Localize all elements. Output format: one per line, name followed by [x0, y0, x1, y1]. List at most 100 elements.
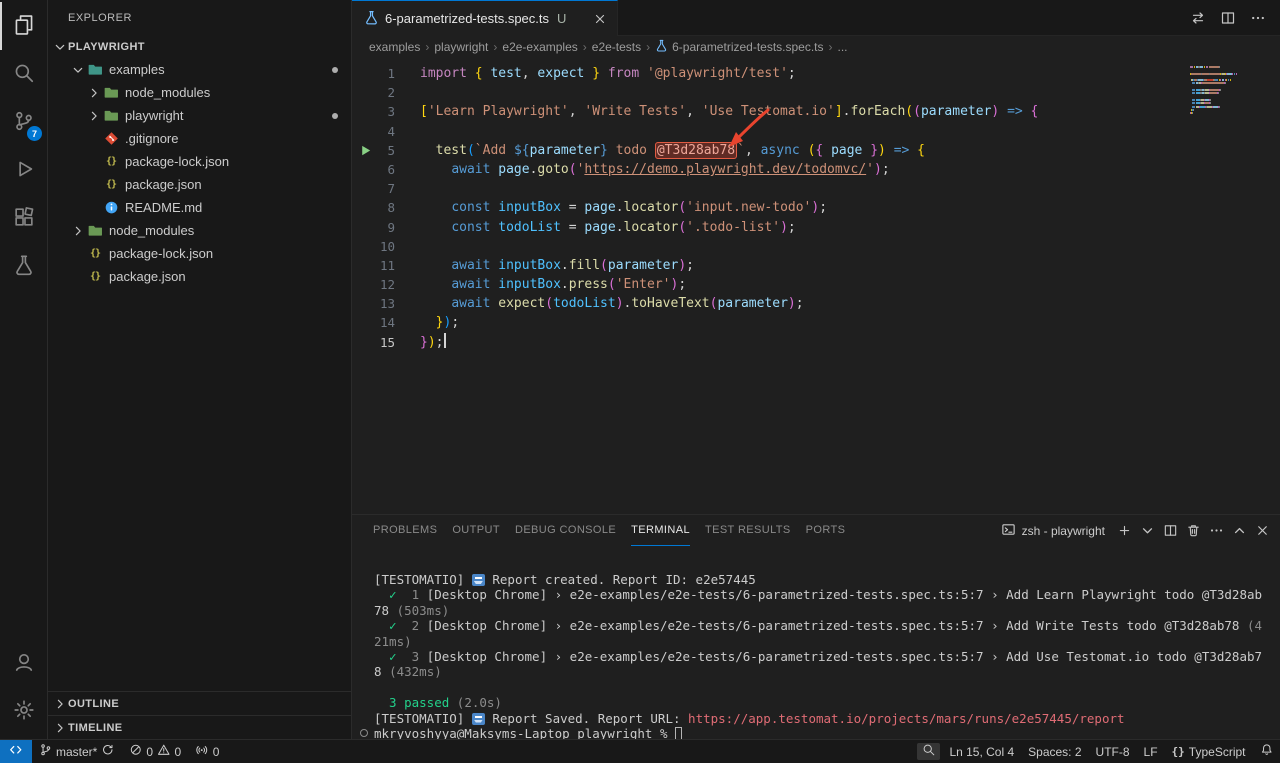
terminal-output[interactable]: [TESTOMATIO] Report created. Report ID: …	[352, 546, 1280, 739]
code-line-2[interactable]: 2	[352, 83, 1280, 102]
breadcrumb-item[interactable]: examples	[369, 40, 420, 54]
compare-changes-icon[interactable]	[1186, 6, 1210, 30]
maximize-panel-icon[interactable]	[1228, 519, 1251, 542]
panel-tab-problems[interactable]: PROBLEMS	[373, 515, 437, 546]
code-line-6[interactable]: 6 await page.goto('https://demo.playwrig…	[352, 160, 1280, 179]
tree-item-package.json[interactable]: {}package.json	[48, 173, 351, 196]
tab-spec-file[interactable]: 6-parametrized-tests.spec.ts U	[352, 0, 618, 36]
breadcrumb-item[interactable]: e2e-tests	[592, 40, 641, 54]
more-actions-icon[interactable]	[1205, 519, 1228, 542]
line-number: 11	[352, 256, 420, 275]
cursor-position-status[interactable]: Ln 15, Col 4	[942, 740, 1021, 763]
terminal-line: 3 passed (2.0s)	[374, 695, 1280, 710]
code-line-14[interactable]: 14 });	[352, 313, 1280, 332]
magnifier-icon	[922, 743, 936, 760]
code-line-12[interactable]: 12 await inputBox.press('Enter');	[352, 275, 1280, 294]
chevron-right-icon	[86, 86, 102, 100]
remote-indicator[interactable]	[0, 740, 32, 763]
terminal-link[interactable]: https://app.testomat.io/projects/mars/ru…	[688, 711, 1125, 726]
language-mode-status[interactable]: {} TypeScript	[1165, 740, 1253, 763]
tree-item-label: package-lock.json	[109, 246, 213, 261]
folder-icon	[86, 223, 104, 238]
settings-icon	[13, 699, 35, 724]
activity-item-settings[interactable]	[0, 687, 47, 735]
modified-dot	[332, 67, 338, 73]
new-terminal-icon[interactable]	[1113, 519, 1136, 542]
activity-item-account[interactable]	[0, 639, 47, 687]
activity-item-run-debug[interactable]	[0, 146, 47, 194]
ports-status[interactable]: 0	[188, 740, 226, 763]
problems-status[interactable]: 0 0	[122, 740, 188, 763]
panel-tab-test-results[interactable]: TEST RESULTS	[705, 515, 791, 546]
split-editor-icon[interactable]	[1216, 6, 1240, 30]
code-line-10[interactable]: 10	[352, 237, 1280, 256]
terminal-dropdown-icon[interactable]	[1136, 519, 1159, 542]
terminal-line: ✓ 3 [Desktop Chrome] › e2e-examples/e2e-…	[374, 649, 1280, 664]
section-outline[interactable]: OUTLINE	[48, 691, 351, 715]
indentation-status[interactable]: Spaces: 2	[1021, 740, 1088, 763]
code-line-3[interactable]: 3['Learn Playwright', 'Write Tests', 'Us…	[352, 102, 1280, 121]
tree-item-label: README.md	[125, 200, 202, 215]
modified-dot	[332, 113, 338, 119]
code-line-9[interactable]: 9 const todoList = page.locator('.todo-l…	[352, 218, 1280, 237]
code-line-15[interactable]: 15});	[352, 333, 1280, 352]
breadcrumb-separator: ›	[493, 40, 497, 54]
tree-item-package-lock.json[interactable]: {}package-lock.json	[48, 150, 351, 173]
eol-status[interactable]: LF	[1137, 740, 1165, 763]
split-terminal-icon[interactable]	[1159, 519, 1182, 542]
code-line-1[interactable]: 1import { test, expect } from '@playwrig…	[352, 64, 1280, 83]
search-icon	[13, 62, 35, 87]
activity-item-explorer[interactable]	[0, 2, 47, 50]
minimap[interactable]	[1190, 66, 1262, 115]
panel-tab-ports[interactable]: PORTS	[806, 515, 846, 546]
breadcrumb-item[interactable]: e2e-examples	[502, 40, 577, 54]
panel-tab-terminal[interactable]: TERMINAL	[631, 515, 690, 546]
code-line-8[interactable]: 8 const inputBox = page.locator('input.n…	[352, 198, 1280, 217]
more-actions-icon[interactable]	[1246, 6, 1270, 30]
panel-tab-debug-console[interactable]: DEBUG CONSOLE	[515, 515, 616, 546]
tree-item-examples[interactable]: examples	[48, 58, 351, 81]
code-line-4[interactable]: 4	[352, 122, 1280, 141]
line-number: 15	[352, 333, 420, 352]
sidebar-header: EXPLORER	[48, 0, 351, 35]
command-decoration-icon[interactable]	[360, 729, 368, 737]
line-number: 8	[352, 198, 420, 217]
screencast-toggle[interactable]	[917, 743, 941, 760]
tree-item-node_modules[interactable]: node_modules	[48, 219, 351, 242]
terminal-instance-label: zsh - playwright	[1022, 524, 1105, 538]
section-timeline[interactable]: TIMELINE	[48, 715, 351, 739]
tree-item-label: package.json	[125, 177, 202, 192]
breadcrumb-item[interactable]: 6-parametrized-tests.spec.ts	[655, 39, 823, 55]
panel-tab-output[interactable]: OUTPUT	[452, 515, 500, 546]
tree-item-.gitignore[interactable]: .gitignore	[48, 127, 351, 150]
terminal-line	[374, 680, 1280, 695]
close-panel-icon[interactable]	[1251, 519, 1274, 542]
tree-item-README.md[interactable]: README.md	[48, 196, 351, 219]
sidebar-section-playwright[interactable]: PLAYWRIGHT	[48, 35, 351, 58]
folder-icon	[102, 85, 120, 100]
encoding-status[interactable]: UTF-8	[1089, 740, 1137, 763]
tree-item-package.json[interactable]: {}package.json	[48, 265, 351, 288]
code-line-11[interactable]: 11 await inputBox.fill(parameter);	[352, 256, 1280, 275]
git-branch-status[interactable]: master*	[32, 740, 122, 763]
tree-item-playwright[interactable]: playwright	[48, 104, 351, 127]
notifications-bell[interactable]	[1253, 740, 1280, 763]
code-line-13[interactable]: 13 await expect(todoList).toHaveText(par…	[352, 294, 1280, 313]
breadcrumb-item[interactable]: ...	[838, 40, 848, 54]
git-icon	[102, 131, 120, 146]
activity-item-search[interactable]	[0, 50, 47, 98]
activity-item-testing[interactable]	[0, 242, 47, 290]
activity-item-source-control[interactable]: 7	[0, 98, 47, 146]
tree-item-node_modules[interactable]: node_modules	[48, 81, 351, 104]
activity-item-extensions[interactable]	[0, 194, 47, 242]
terminal-instance[interactable]: zsh - playwright	[1001, 522, 1105, 540]
code-editor[interactable]: 1import { test, expect } from '@playwrig…	[352, 58, 1280, 514]
breadcrumb-item[interactable]: playwright	[434, 40, 488, 54]
code-line-7[interactable]: 7	[352, 179, 1280, 198]
code-line-5[interactable]: 5 test(`Add ${parameter} todo @T3d28ab78…	[352, 141, 1280, 160]
kill-terminal-icon[interactable]	[1182, 519, 1205, 542]
close-icon[interactable]	[593, 12, 607, 26]
warning-icon	[157, 743, 171, 760]
tree-item-package-lock.json[interactable]: {}package-lock.json	[48, 242, 351, 265]
line-number: 13	[352, 294, 420, 313]
